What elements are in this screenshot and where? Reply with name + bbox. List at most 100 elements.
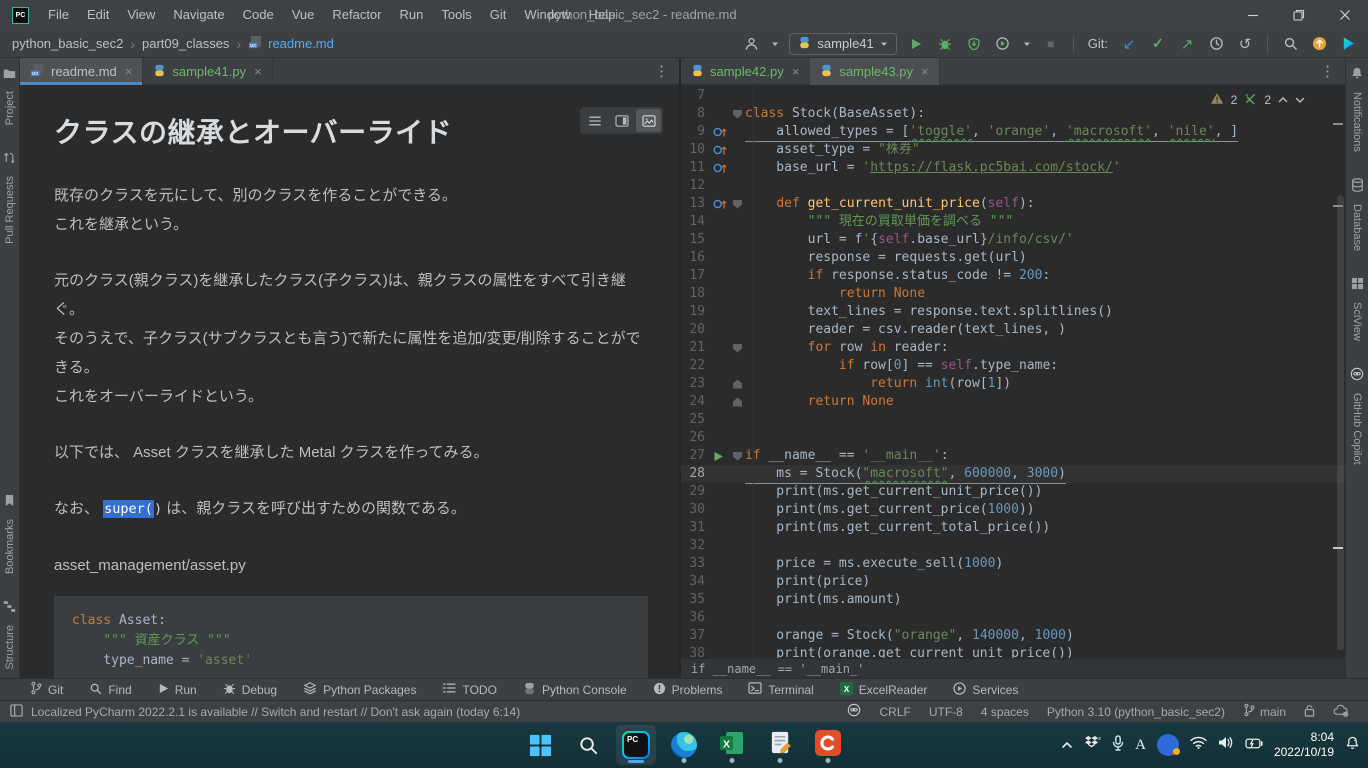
override-gutter-icon[interactable] [713, 195, 730, 213]
tab-sample42-py[interactable]: sample42.py× [681, 58, 810, 85]
taskbar-excel-button[interactable]: X [712, 725, 752, 765]
debug-button[interactable] [935, 33, 955, 55]
tab-options-icon[interactable]: ⋮ [1320, 62, 1335, 80]
toolwindow-problems[interactable]: Problems [653, 682, 723, 698]
update-available-icon[interactable] [1309, 33, 1329, 55]
code-line-37[interactable]: 37 orange = Stock("orange", 140000, 1000… [681, 627, 1345, 645]
code-line-11[interactable]: 11 base_url = 'https://flask.pc5bai.com/… [681, 159, 1345, 177]
tray-app-icon[interactable] [1157, 734, 1179, 756]
code-line-34[interactable]: 34 print(price) [681, 573, 1345, 591]
tool-button-structure[interactable]: Structure [3, 600, 16, 670]
error-stripe-mark[interactable] [1333, 547, 1343, 549]
code-line-14[interactable]: 14 """ 現在の買取単価を調べる """ [681, 213, 1345, 231]
tool-button-github-copilot[interactable]: GitHub Copilot [1350, 367, 1364, 465]
toolwindow-excelreader[interactable]: XExcelReader [840, 682, 928, 698]
code-line-25[interactable]: 25 [681, 411, 1345, 429]
status-python-3-10-python-basic-sec2[interactable]: Python 3.10 (python_basic_sec2) [1038, 705, 1234, 719]
volume-icon[interactable] [1218, 736, 1234, 754]
breadcrumb-part09-classes[interactable]: part09_classes [142, 36, 229, 51]
status-4-spaces[interactable]: 4 spaces [972, 705, 1038, 719]
git-commit-button[interactable]: ✓ [1148, 33, 1168, 55]
code-line-30[interactable]: 30 print(ms.get_current_price(1000)) [681, 501, 1345, 519]
chevron-up-icon[interactable] [1278, 93, 1288, 107]
code-line-21[interactable]: 21 for row in reader: [681, 339, 1345, 357]
ime-mode-indicator[interactable]: A [1135, 737, 1146, 754]
menu-navigate[interactable]: Navigate [164, 0, 233, 30]
toolwindow-terminal[interactable]: Terminal [748, 682, 813, 697]
menu-edit[interactable]: Edit [78, 0, 118, 30]
code-line-31[interactable]: 31 print(ms.get_current_total_price()) [681, 519, 1345, 537]
microphone-icon[interactable] [1112, 735, 1124, 756]
menu-git[interactable]: Git [481, 0, 516, 30]
fold-icon[interactable] [733, 344, 742, 353]
rollback-button[interactable]: ↺ [1235, 33, 1255, 55]
tab-options-icon[interactable]: ⋮ [654, 62, 669, 80]
fold-icon[interactable] [733, 200, 742, 209]
code-line-28[interactable]: 28 ms = Stock("macrosoft", 600000, 3000) [681, 465, 1345, 483]
code-line-13[interactable]: 13 def get_current_unit_price(self): [681, 195, 1345, 213]
close-icon[interactable]: × [921, 64, 929, 79]
menu-refactor[interactable]: Refactor [323, 0, 390, 30]
tab-sample43-py[interactable]: sample43.py× [810, 58, 939, 85]
editor-only-button[interactable] [582, 109, 607, 132]
status-crlf[interactable]: CRLF [870, 705, 919, 719]
override-gutter-icon[interactable] [713, 123, 730, 141]
status-main[interactable]: main [1234, 703, 1295, 720]
close-button[interactable] [1322, 0, 1368, 30]
code-line-18[interactable]: 18 return None [681, 285, 1345, 303]
menu-run[interactable]: Run [391, 0, 433, 30]
tool-button-sciview[interactable]: SciView [1351, 277, 1364, 341]
toolwindow-run[interactable]: Run [158, 683, 197, 697]
code-line-29[interactable]: 29 print(ms.get_current_unit_price()) [681, 483, 1345, 501]
taskbar-pycharm-button[interactable]: PC [616, 725, 656, 765]
tray-chevron-icon[interactable] [1061, 736, 1073, 754]
fold-icon[interactable] [733, 110, 742, 119]
error-stripe-mark[interactable] [1333, 123, 1343, 125]
close-icon[interactable]: × [254, 64, 262, 79]
tab-readme-md[interactable]: MDreadme.md× [20, 58, 143, 85]
taskbar-edge-button[interactable] [664, 725, 704, 765]
toolwindow-find[interactable]: Find [89, 682, 131, 698]
inspections-widget[interactable]: 2 2 [1204, 90, 1311, 110]
restore-button[interactable] [1276, 0, 1322, 30]
fold-icon[interactable] [733, 380, 742, 389]
chevron-down-icon[interactable] [770, 33, 780, 55]
context-breadcrumb[interactable]: if __name__ == '__main_' [681, 658, 1345, 678]
status-lock[interactable] [1295, 704, 1324, 720]
toolwindow-services[interactable]: Services [953, 682, 1018, 698]
override-gutter-icon[interactable] [713, 159, 730, 177]
toolwindow-python-packages[interactable]: Python Packages [303, 681, 416, 698]
run-button[interactable] [906, 33, 926, 55]
toolwindow-python-console[interactable]: Python Console [523, 682, 627, 698]
override-gutter-icon[interactable] [713, 141, 730, 159]
toolwindow-debug[interactable]: Debug [223, 682, 277, 698]
code-line-17[interactable]: 17 if response.status_code != 200: [681, 267, 1345, 285]
breadcrumb-readme-md[interactable]: MDreadme.md [248, 35, 334, 52]
code-line-19[interactable]: 19 text_lines = response.text.splitlines… [681, 303, 1345, 321]
ide-play-icon[interactable] [1338, 33, 1358, 55]
code-line-16[interactable]: 16 response = requests.get(url) [681, 249, 1345, 267]
search-everywhere-button[interactable] [1280, 33, 1300, 55]
tool-button-project[interactable]: Project [3, 66, 16, 125]
code-line-36[interactable]: 36 [681, 609, 1345, 627]
profiler-button[interactable] [993, 33, 1013, 55]
code-line-38[interactable]: 38 print(orange.get_current_unit_price()… [681, 645, 1345, 658]
code-line-15[interactable]: 15 url = f'{self.base_url}/info/csv/' [681, 231, 1345, 249]
toolwindow-todo[interactable]: TODO [442, 682, 496, 697]
code-line-24[interactable]: 24 return None [681, 393, 1345, 411]
code-editor[interactable]: 78class Stock(BaseAsset):9 allowed_types… [681, 85, 1345, 658]
notification-bell-icon[interactable]: z [1345, 735, 1360, 755]
code-line-9[interactable]: 9 allowed_types = ['toggle', 'orange', '… [681, 123, 1345, 141]
status-copilot[interactable] [838, 703, 870, 720]
code-line-35[interactable]: 35 print(ms.amount) [681, 591, 1345, 609]
code-line-20[interactable]: 20 reader = csv.reader(text_lines, ) [681, 321, 1345, 339]
tool-button-bookmarks[interactable]: Bookmarks [4, 494, 16, 574]
tool-button-notifications[interactable]: Notifications [1350, 66, 1364, 152]
wifi-icon[interactable] [1190, 736, 1207, 754]
history-button[interactable] [1206, 33, 1226, 55]
fold-icon[interactable] [733, 398, 742, 407]
taskbar-camtasia-button[interactable] [808, 725, 848, 765]
code-line-10[interactable]: 10 asset_type = "株券" [681, 141, 1345, 159]
menu-file[interactable]: File [39, 0, 78, 30]
code-line-26[interactable]: 26 [681, 429, 1345, 447]
